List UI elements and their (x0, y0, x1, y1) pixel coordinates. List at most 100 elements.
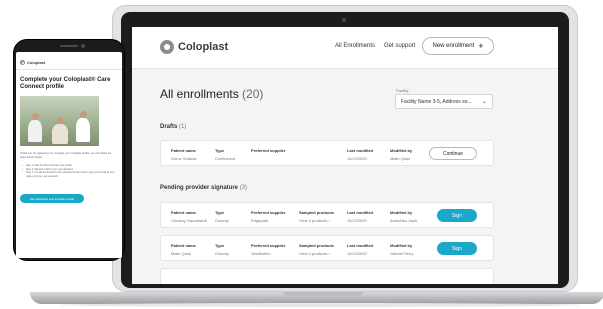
last-modified-value: 11/10/2020 (347, 251, 367, 256)
modified-by-cell: Modified by Amachtia Jopik (390, 210, 417, 223)
pending-count: (3) (239, 185, 248, 191)
type-cell: Type Ostomy (215, 243, 229, 256)
mobile-header-divider (16, 69, 122, 70)
patient-cell: Patient name Dhruv Sultana (171, 148, 196, 161)
person-figure (52, 117, 68, 144)
modified-by-cell: Modified by Gabriel Perry (390, 243, 414, 256)
mobile-logo-text: Coloplast (27, 60, 46, 65)
supplier-cell: Preferred supplier Vestibution (251, 243, 285, 256)
nav-get-support[interactable]: Get support (384, 43, 415, 49)
supplier-cell: Preferred supplier Edgepark (251, 210, 285, 223)
supplier-value: Vestibution (251, 251, 271, 256)
person-figure (76, 111, 90, 142)
sign-button[interactable]: Sign (437, 209, 477, 222)
pending-heading-text: Pending provider signature (160, 185, 239, 191)
mobile-steps-list: Step 1: Click the link to activate your … (22, 164, 116, 178)
coloplast-logo-icon (160, 40, 174, 54)
modified-by-cell: Modified by Malin Quist (390, 148, 412, 161)
last-modified-header: Last modified (347, 243, 374, 248)
mobile-screen: Coloplast Complete your Coloplast® Care … (16, 52, 122, 258)
type-header: Type (215, 148, 225, 153)
person-head (79, 111, 87, 118)
type-value: Ostomy (215, 218, 229, 223)
products-header: Sampled products (299, 210, 334, 215)
page-title-text: All enrollments (160, 87, 239, 101)
drafts-count: (1) (179, 124, 187, 130)
last-modified-value: 11/12/2020 (347, 156, 367, 161)
last-modified-cell: Last modified 11/10/2020 (347, 243, 373, 256)
modified-by-header: Modified by (390, 210, 413, 215)
products-link[interactable]: View 3 products › (299, 218, 334, 223)
drafts-heading-text: Drafts (160, 124, 178, 130)
drafts-heading: Drafts (1) (160, 124, 186, 130)
type-cell: Type Ostomy (215, 210, 229, 223)
last-modified-value: 11/10/2020 (347, 218, 367, 223)
phone-camera-icon (81, 44, 85, 48)
supplier-header: Preferred supplier (251, 210, 286, 215)
new-enrollment-button[interactable]: New enrollment + (422, 37, 494, 55)
coloplast-logo[interactable]: Coloplast (160, 40, 228, 54)
facility-select[interactable]: Facility Name 3-5, Address so... ⌄ (395, 94, 493, 109)
list-item: Step 3: You will be directed to the Colo… (22, 171, 116, 178)
patient-cell: Patient name Malin Quist (171, 243, 196, 256)
app-header: Coloplast All Enrollments Get support Ne… (132, 27, 558, 69)
chevron-down-icon: ⌄ (481, 99, 487, 105)
modified-by-value: Gabriel Perry (390, 251, 414, 256)
patient-value: Malin Quist (171, 251, 192, 256)
supplier-header: Preferred supplier (251, 148, 286, 153)
table-row[interactable] (160, 268, 494, 284)
new-enrollment-label: New enrollment (432, 43, 475, 49)
plus-icon: + (478, 40, 484, 51)
laptop-notch (283, 292, 363, 296)
products-header: Sampled products (299, 243, 334, 248)
modified-by-header: Modified by (390, 148, 413, 153)
type-header: Type (215, 210, 225, 215)
last-modified-header: Last modified (347, 210, 374, 215)
patient-cell: Patient name Christoy Gaudreault (171, 210, 207, 223)
type-value: Ostomy (215, 251, 229, 256)
nurses-photo (20, 96, 99, 146)
modified-by-value: Amachtia Jopik (390, 218, 418, 223)
patient-header: Patient name (171, 210, 196, 215)
patient-value: Dhruv Sultana (171, 156, 197, 161)
products-cell[interactable]: Sampled products View 3 products › (299, 210, 334, 223)
type-cell: Type Continence (215, 148, 235, 161)
facility-value: Facility Name 3-5, Address so... (401, 99, 472, 105)
set-password-button[interactable]: Set password and activate profile (20, 194, 84, 203)
person-figure (28, 113, 42, 142)
type-value: Continence (215, 156, 236, 161)
table-row[interactable]: Patient name Christoy Gaudreault Type Os… (160, 202, 494, 228)
pending-heading: Pending provider signature (3) (160, 185, 247, 191)
continue-button[interactable]: Continue (429, 147, 477, 160)
products-cell[interactable]: Sampled products View 4 products › (299, 243, 334, 256)
laptop-camera-icon (342, 18, 346, 22)
modified-by-value: Malin Quist (390, 156, 411, 161)
products-link[interactable]: View 4 products › (299, 251, 334, 256)
supplier-header: Preferred supplier (251, 243, 286, 248)
modified-by-header: Modified by (390, 243, 413, 248)
logo-text: Coloplast (178, 41, 229, 53)
mobile-intro-text: Thank you for registering. To complete y… (20, 152, 112, 159)
page-title-count: (20) (242, 87, 264, 101)
supplier-cell: Preferred supplier (251, 148, 285, 156)
patient-header: Patient name (171, 148, 196, 153)
type-header: Type (215, 243, 225, 248)
person-head (31, 113, 39, 120)
patient-header: Patient name (171, 243, 196, 248)
desktop-screen: Coloplast All Enrollments Get support Ne… (132, 27, 558, 284)
last-modified-cell: Last modified 11/12/2020 (347, 148, 373, 161)
phone-speaker-icon (60, 45, 78, 47)
sign-button[interactable]: Sign (437, 242, 477, 255)
supplier-value: Edgepark (251, 218, 269, 223)
table-row[interactable]: Patient name Malin Quist Type Ostomy Pre… (160, 235, 494, 261)
person-head (56, 117, 64, 124)
mobile-logo[interactable]: Coloplast (20, 60, 45, 65)
nav-all-enrollments[interactable]: All Enrollments (335, 43, 375, 49)
facility-label: Facility (396, 88, 409, 93)
last-modified-cell: Last modified 11/10/2020 (347, 210, 373, 223)
last-modified-header: Last modified (347, 148, 374, 153)
table-row[interactable]: Patient name Dhruv Sultana Type Continen… (160, 140, 494, 166)
laptop-shadow (60, 303, 580, 307)
patient-value: Christoy Gaudreault (171, 218, 207, 223)
coloplast-logo-icon (20, 60, 25, 65)
